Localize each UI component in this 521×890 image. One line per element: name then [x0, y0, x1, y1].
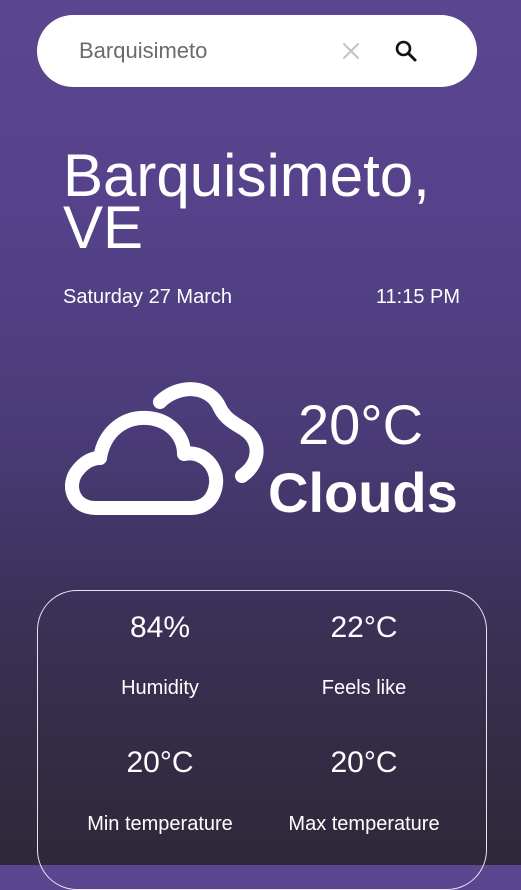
current-time: 11:15 PM	[375, 286, 460, 308]
current-date: Saturday 27 March	[63, 286, 232, 308]
weather-details-card: 84% Humidity 22°C Feels like 20°C Min te…	[37, 590, 487, 890]
search-bar[interactable]	[37, 15, 477, 87]
max-temperature-value: 20°C	[330, 746, 398, 779]
min-temperature-value: 20°C	[126, 746, 194, 779]
search-icon[interactable]	[394, 39, 418, 63]
humidity-label: Humidity	[121, 677, 199, 699]
weather-condition: Clouds	[268, 461, 458, 524]
feels-like-value: 22°C	[330, 611, 398, 644]
city-name: Barquisimeto, VE	[63, 142, 430, 261]
clouds-icon	[60, 380, 266, 520]
close-icon[interactable]	[341, 41, 361, 61]
min-temperature-label: Min temperature	[87, 813, 233, 835]
humidity-value: 84%	[129, 611, 191, 644]
max-temperature-label: Max temperature	[288, 813, 440, 835]
feels-like-label: Feels like	[321, 677, 407, 699]
current-temperature: 20°C	[298, 393, 424, 456]
search-input[interactable]	[79, 15, 329, 87]
